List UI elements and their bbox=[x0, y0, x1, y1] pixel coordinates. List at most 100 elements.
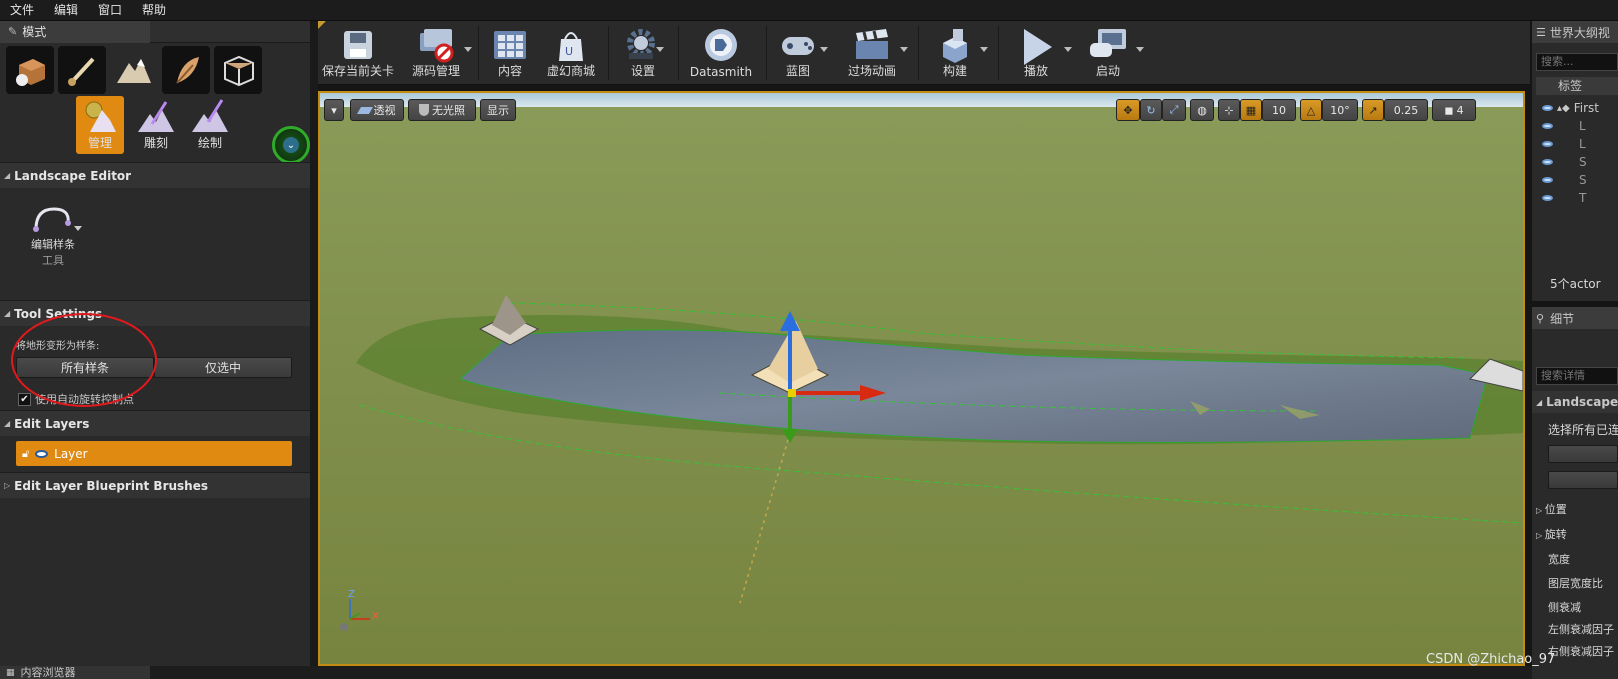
edit-layer-bp-header[interactable]: ▷ Edit Layer Blueprint Brushes bbox=[0, 472, 310, 498]
csdn-watermark: CSDN @Zhichao_97 bbox=[1426, 652, 1556, 667]
menu-window[interactable]: 窗口 bbox=[88, 0, 132, 21]
move-arrows-icon: ✥ bbox=[1123, 103, 1133, 117]
tab-paint[interactable]: 绘制 bbox=[186, 96, 234, 154]
settings-button[interactable]: 设置 bbox=[610, 21, 676, 85]
svg-text:U: U bbox=[565, 45, 573, 58]
landscape-mode-button[interactable] bbox=[110, 46, 158, 94]
outliner-row[interactable]: S bbox=[1542, 153, 1618, 171]
rotation-snap-toggle[interactable]: △ bbox=[1300, 99, 1322, 121]
content-button[interactable]: 内容 bbox=[482, 21, 538, 85]
translate-mode-button[interactable]: ✥ bbox=[1116, 99, 1140, 121]
datasmith-button[interactable]: Datasmith bbox=[680, 21, 762, 85]
rotation-snap-value[interactable]: 10° bbox=[1322, 99, 1358, 121]
prop-rotation[interactable]: ▷ 旋转 bbox=[1536, 526, 1567, 542]
world-local-toggle[interactable]: ◍ bbox=[1190, 99, 1214, 121]
blueprint-dropdown-icon[interactable] bbox=[820, 47, 828, 52]
show-button[interactable]: 显示 bbox=[480, 99, 516, 121]
save-level-button[interactable]: 保存当前关卡 bbox=[318, 21, 398, 85]
scale-snap-toggle[interactable]: ↗ bbox=[1362, 99, 1384, 121]
tab-sculpt[interactable]: 雕刻 bbox=[132, 96, 180, 154]
rotate-mode-button[interactable]: ↻ bbox=[1140, 99, 1162, 121]
level-viewport[interactable]: ▾ 透视 无光照 显示 ✥ ↻ ⤢ ◍ ⊹ ▦ 10 △ 10° ↗ 0.25 … bbox=[318, 91, 1525, 666]
edit-splines-tool[interactable]: 编辑样条 工具 bbox=[18, 203, 88, 283]
select-all-button-2[interactable] bbox=[1548, 471, 1618, 489]
tab-manage[interactable]: 管理 bbox=[76, 96, 124, 154]
prop-right-falloff-label: 右侧衰减因子 bbox=[1548, 645, 1614, 658]
source-control-label: 源码管理 bbox=[411, 64, 460, 78]
cinematics-button[interactable]: 过场动画 bbox=[830, 21, 914, 85]
grid-snap-value[interactable]: 10 bbox=[1262, 99, 1296, 121]
outliner-tab-label: 世界大纲视 bbox=[1549, 25, 1610, 40]
actor-count: 5个actor bbox=[1550, 277, 1601, 291]
edit-layers-header[interactable]: ◢ Edit Layers bbox=[0, 410, 310, 436]
tool-name-line1: 编辑样条 bbox=[31, 238, 75, 251]
scene-render bbox=[320, 93, 1523, 664]
modes-panel: ✎ 模式 管理 雕刻 绘制 ⌄ ◢ Landscape Editor 编辑样条 … bbox=[0, 20, 310, 666]
details-search-input[interactable]: 搜索详情 bbox=[1536, 367, 1618, 385]
foliage-leaf-icon bbox=[176, 57, 199, 84]
lock-icon[interactable]: 🔓︎ bbox=[22, 447, 29, 461]
perspective-button[interactable]: 透视 bbox=[350, 99, 404, 121]
menu-file[interactable]: 文件 bbox=[0, 0, 44, 21]
cinematics-dropdown-icon[interactable] bbox=[900, 47, 908, 52]
expand-chevron-button[interactable]: ⌄ bbox=[272, 126, 310, 164]
visibility-eye-icon[interactable] bbox=[1542, 195, 1553, 201]
settings-dropdown-icon[interactable] bbox=[656, 47, 664, 52]
outliner-search-input[interactable]: 搜索... bbox=[1536, 53, 1618, 71]
details-section-header[interactable]: ◢ Landscape S bbox=[1532, 391, 1618, 413]
details-tab-label: 细节 bbox=[1550, 311, 1575, 326]
blueprint-button[interactable]: 蓝图 bbox=[770, 21, 828, 85]
camera-speed-button[interactable]: ◼︎ 4 bbox=[1432, 99, 1476, 121]
details-tab[interactable]: ⚲ 细节 bbox=[1532, 307, 1618, 329]
visibility-eye-icon[interactable] bbox=[1542, 159, 1553, 165]
source-control-dropdown-icon[interactable] bbox=[464, 47, 472, 52]
modes-tab[interactable]: ✎ 模式 bbox=[0, 20, 150, 43]
landscape-editor-header[interactable]: ◢ Landscape Editor bbox=[0, 162, 310, 188]
content-browser-icon: ▦ bbox=[6, 667, 15, 678]
content-browser-tab[interactable]: ▦ 内容浏览器 bbox=[0, 666, 150, 679]
viewport-options-button[interactable]: ▾ bbox=[324, 99, 344, 121]
lighting-mode-button[interactable]: 无光照 bbox=[408, 99, 476, 121]
source-control-button[interactable]: 源码管理 bbox=[398, 21, 474, 85]
outliner-row[interactable]: T bbox=[1542, 189, 1618, 207]
visibility-eye-icon[interactable] bbox=[1542, 177, 1553, 183]
menu-edit[interactable]: 编辑 bbox=[44, 0, 88, 21]
geometry-box-icon bbox=[224, 55, 254, 87]
place-mode-button[interactable] bbox=[6, 46, 54, 94]
outliner-column-header[interactable]: 标签 bbox=[1536, 77, 1618, 95]
grid-snap-toggle[interactable]: ▦ bbox=[1240, 99, 1262, 121]
tool-dropdown-icon[interactable] bbox=[74, 226, 82, 231]
paint-mode-button[interactable] bbox=[58, 46, 106, 94]
panel-splitter[interactable] bbox=[310, 21, 318, 666]
build-dropdown-icon[interactable] bbox=[980, 47, 988, 52]
outliner-row[interactable]: L bbox=[1542, 135, 1618, 153]
launch-button[interactable]: 启动 bbox=[1074, 21, 1144, 85]
outliner-row[interactable]: S bbox=[1542, 171, 1618, 189]
launch-dropdown-icon[interactable] bbox=[1136, 47, 1144, 52]
marketplace-button[interactable]: U 虚幻商城 bbox=[538, 21, 604, 85]
foliage-mode-button[interactable] bbox=[162, 46, 210, 94]
expand-triangle-icon: ▷ bbox=[1536, 506, 1545, 515]
layer-row[interactable]: 🔓︎ Layer bbox=[16, 441, 292, 466]
prop-location[interactable]: ▷ 位置 bbox=[1536, 501, 1567, 517]
outliner-root-item[interactable]: ▴◆ First bbox=[1542, 99, 1618, 117]
visibility-eye-icon[interactable] bbox=[1542, 141, 1553, 147]
toolbar-separator bbox=[678, 26, 679, 80]
visibility-eye-icon[interactable] bbox=[35, 449, 49, 458]
select-all-label: 选择所有已连 bbox=[1548, 423, 1618, 437]
build-button[interactable]: 构建 bbox=[922, 21, 988, 85]
menu-help[interactable]: 帮助 bbox=[132, 0, 176, 21]
play-dropdown-icon[interactable] bbox=[1064, 47, 1072, 52]
visibility-eye-icon[interactable] bbox=[1542, 123, 1553, 129]
play-button[interactable]: 播放 bbox=[1002, 21, 1072, 85]
outliner-row[interactable]: L bbox=[1542, 117, 1618, 135]
source-control-icon bbox=[420, 29, 454, 63]
scale-snap-value[interactable]: 0.25 bbox=[1384, 99, 1428, 121]
only-selected-button[interactable]: 仅选中 bbox=[154, 357, 292, 378]
outliner-tab[interactable]: ☰ 世界大纲视 bbox=[1532, 21, 1618, 43]
geometry-mode-button[interactable] bbox=[214, 46, 262, 94]
visibility-eye-icon[interactable] bbox=[1542, 105, 1553, 111]
surface-snap-button[interactable]: ⊹ bbox=[1218, 99, 1240, 121]
select-all-button-1[interactable] bbox=[1548, 445, 1618, 463]
scale-mode-button[interactable]: ⤢ bbox=[1162, 99, 1186, 121]
